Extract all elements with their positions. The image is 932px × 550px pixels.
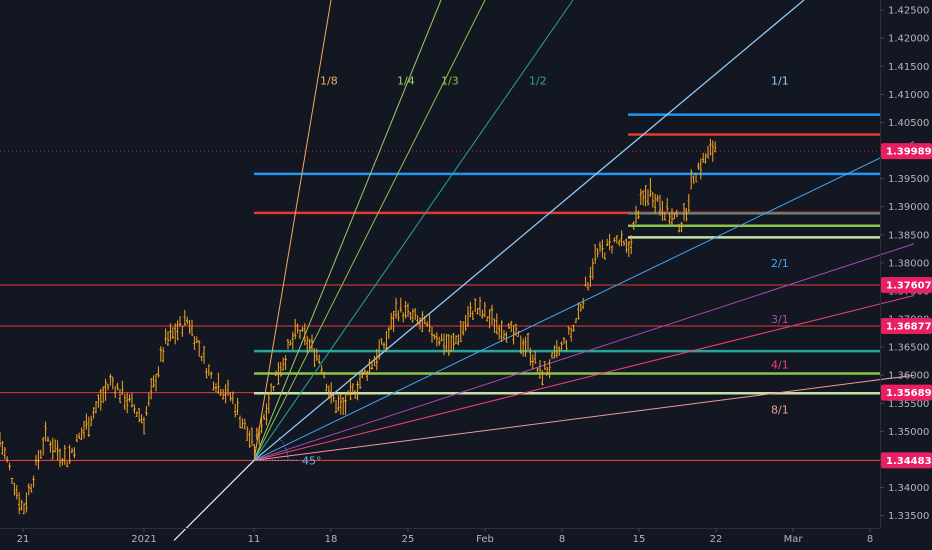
fan-label-1-1: 1/1 — [771, 74, 789, 87]
y-tick-label: 1.41500 — [888, 62, 929, 73]
x-tick-label: Feb — [476, 534, 494, 545]
chart-background — [0, 0, 932, 550]
fan-label-1-2: 1/2 — [529, 74, 547, 87]
x-tick-label: 25 — [402, 534, 415, 545]
y-tick-label: 1.35000 — [888, 427, 929, 438]
y-tick-label: 1.40500 — [888, 118, 929, 129]
gann-fan-chart[interactable]: 1/8 1/4 1/3 1/2 1/1 2/1 3/1 4/1 8/1 45° 1.42500 1.… — [0, 0, 932, 550]
x-tick-label: 21 — [17, 534, 30, 545]
fan-label-1-8: 1/8 — [320, 74, 338, 87]
x-tick-label: 18 — [325, 534, 338, 545]
fan-label-2-1: 2/1 — [771, 257, 789, 270]
x-tick-label: 8 — [559, 534, 565, 545]
y-tick-label: 1.38500 — [888, 230, 929, 241]
x-tick-label: Mar — [784, 534, 804, 545]
x-tick-label: 22 — [710, 534, 723, 545]
angle-label: 45° — [302, 454, 322, 467]
fan-label-8-1: 8/1 — [771, 403, 789, 416]
y-tick-label: 1.41000 — [888, 90, 929, 101]
price-tag-2-text: 1.35689 — [886, 388, 932, 399]
x-tick-label: 8 — [867, 534, 873, 545]
price-tag-3-text: 1.34483 — [886, 456, 932, 467]
price-tag-0-text: 1.37607 — [886, 280, 932, 291]
fan-label-4-1: 4/1 — [771, 358, 789, 371]
y-tick-label: 1.33500 — [888, 511, 929, 522]
x-tick-label: 11 — [248, 534, 261, 545]
price-tag-1-text: 1.36877 — [886, 321, 932, 332]
y-tick-label: 1.34000 — [888, 483, 929, 494]
y-tick-label: 1.36000 — [888, 371, 929, 382]
fan-label-1-3: 1/3 — [441, 74, 459, 87]
chart-root: 1/8 1/4 1/3 1/2 1/1 2/1 3/1 4/1 8/1 45° 1.42500 1.… — [0, 0, 932, 550]
y-tick-label: 1.36500 — [888, 343, 929, 354]
y-tick-label: 1.39500 — [888, 174, 929, 185]
y-tick-label: 1.42500 — [888, 6, 929, 17]
current-price-tag-text: 1.39989 — [886, 147, 932, 158]
y-tick-label: 1.42000 — [888, 34, 929, 45]
fan-label-3-1: 3/1 — [771, 313, 789, 326]
x-tick-label: 2021 — [131, 534, 156, 545]
y-tick-label: 1.39000 — [888, 202, 929, 213]
fan-label-1-4: 1/4 — [397, 74, 415, 87]
x-tick-label: 15 — [633, 534, 646, 545]
y-tick-label: 1.38000 — [888, 258, 929, 269]
